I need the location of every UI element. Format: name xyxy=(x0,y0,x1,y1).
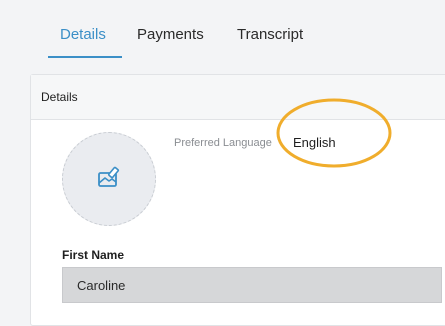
preferred-language-value[interactable]: English xyxy=(293,135,336,150)
card-header: Details xyxy=(31,75,445,120)
first-name-field[interactable] xyxy=(62,267,442,303)
first-name-label: First Name xyxy=(62,248,125,262)
tab-payments[interactable]: Payments xyxy=(137,26,204,43)
card-title: Details xyxy=(41,90,78,104)
edit-image-icon[interactable] xyxy=(96,166,122,192)
tab-details[interactable]: Details xyxy=(60,26,106,43)
tab-bar: Details Payments Transcript xyxy=(0,0,445,62)
tab-transcript[interactable]: Transcript xyxy=(237,26,303,43)
active-tab-indicator xyxy=(48,56,122,58)
avatar[interactable] xyxy=(62,132,156,226)
preferred-language-label: Preferred Language xyxy=(174,137,272,149)
